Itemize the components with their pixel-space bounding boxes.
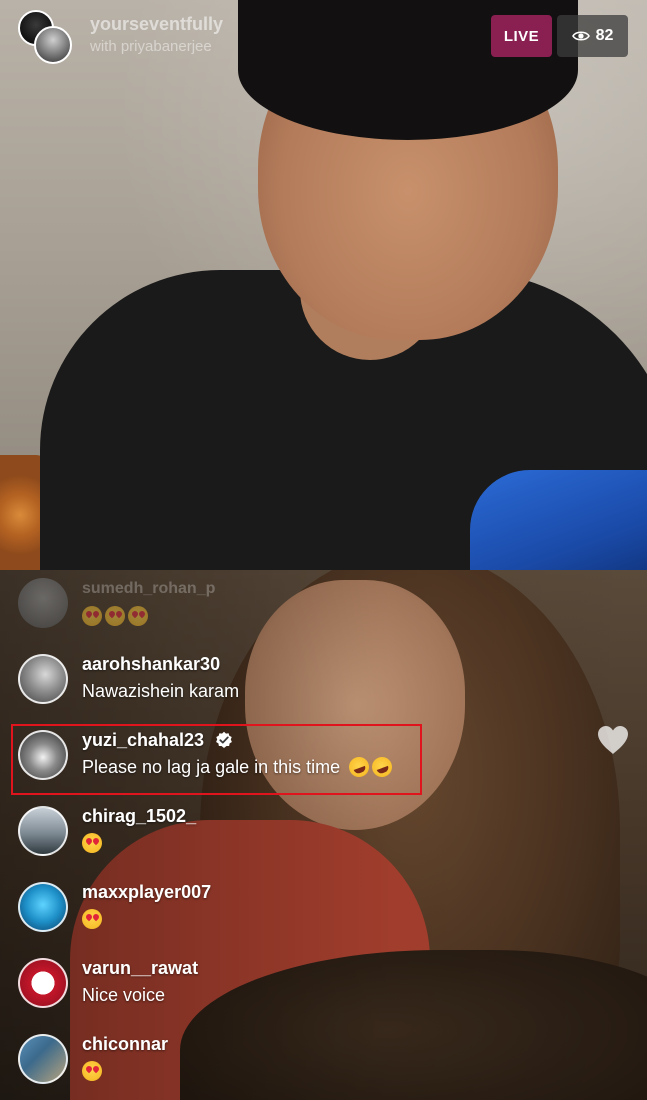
live-stream-screen: yourseventfully with priyabanerjee LIVE … xyxy=(0,0,647,1100)
faded-comment: sumedh_rohan_p xyxy=(18,578,318,636)
live-badge: LIVE xyxy=(491,15,552,57)
heart-eyes-emoji-icon xyxy=(82,1061,102,1081)
comment-text: Nice voice xyxy=(82,985,166,1005)
commenter-username[interactable]: chiconnar xyxy=(82,1034,168,1055)
live-header: yourseventfully with priyabanerjee LIVE … xyxy=(0,0,647,70)
commenter-avatar[interactable] xyxy=(18,806,68,856)
host-guitar xyxy=(470,470,647,570)
comment-emojis xyxy=(82,909,105,930)
heart-eyes-emoji-icon xyxy=(128,606,148,626)
commenter-avatar[interactable] xyxy=(18,882,68,932)
commenter-avatar[interactable] xyxy=(18,654,68,704)
viewer-count-badge[interactable]: 82 xyxy=(557,15,628,57)
guest-avatar[interactable] xyxy=(34,26,72,64)
viewer-count: 82 xyxy=(595,27,614,44)
comment-emojis xyxy=(82,833,105,854)
eye-icon xyxy=(571,31,590,41)
commenter-avatar[interactable] xyxy=(18,958,68,1008)
comment-item[interactable]: chiconnar xyxy=(18,1028,438,1092)
comment-text: Nawazishein karam xyxy=(82,681,240,701)
commenter-username[interactable]: chirag_1502_ xyxy=(82,806,196,827)
comment-item[interactable]: chirag_1502_ xyxy=(18,800,438,864)
heart-eyes-emoji-icon xyxy=(105,606,125,626)
comment-emojis xyxy=(82,1061,105,1082)
heart-eyes-emoji-icon xyxy=(82,909,102,929)
host-username[interactable]: yourseventfully xyxy=(90,14,223,35)
commenter-username: sumedh_rohan_p xyxy=(82,580,216,597)
commenter-username[interactable]: aarohshankar30 xyxy=(82,654,220,675)
commenter-username[interactable]: varun__rawat xyxy=(82,958,198,979)
commenter-username[interactable]: maxxplayer007 xyxy=(82,882,211,903)
host-avatars[interactable] xyxy=(18,10,74,64)
comment-item[interactable]: varun__rawat Nice voice xyxy=(18,952,438,1016)
heart-eyes-emoji-icon xyxy=(82,833,102,853)
host-video-feed xyxy=(0,0,647,570)
commenter-avatar xyxy=(18,578,68,628)
heart-eyes-emoji-icon xyxy=(82,606,102,626)
comment-item[interactable]: maxxplayer007 xyxy=(18,876,438,940)
heart-icon[interactable] xyxy=(596,724,630,756)
comment-emojis xyxy=(82,606,151,627)
comment-item[interactable]: aarohshankar30 Nawazishein karam xyxy=(18,648,438,712)
commenter-avatar[interactable] xyxy=(18,1034,68,1084)
host-subtitle: with priyabanerjee xyxy=(90,38,212,55)
highlight-annotation-box xyxy=(11,724,422,795)
